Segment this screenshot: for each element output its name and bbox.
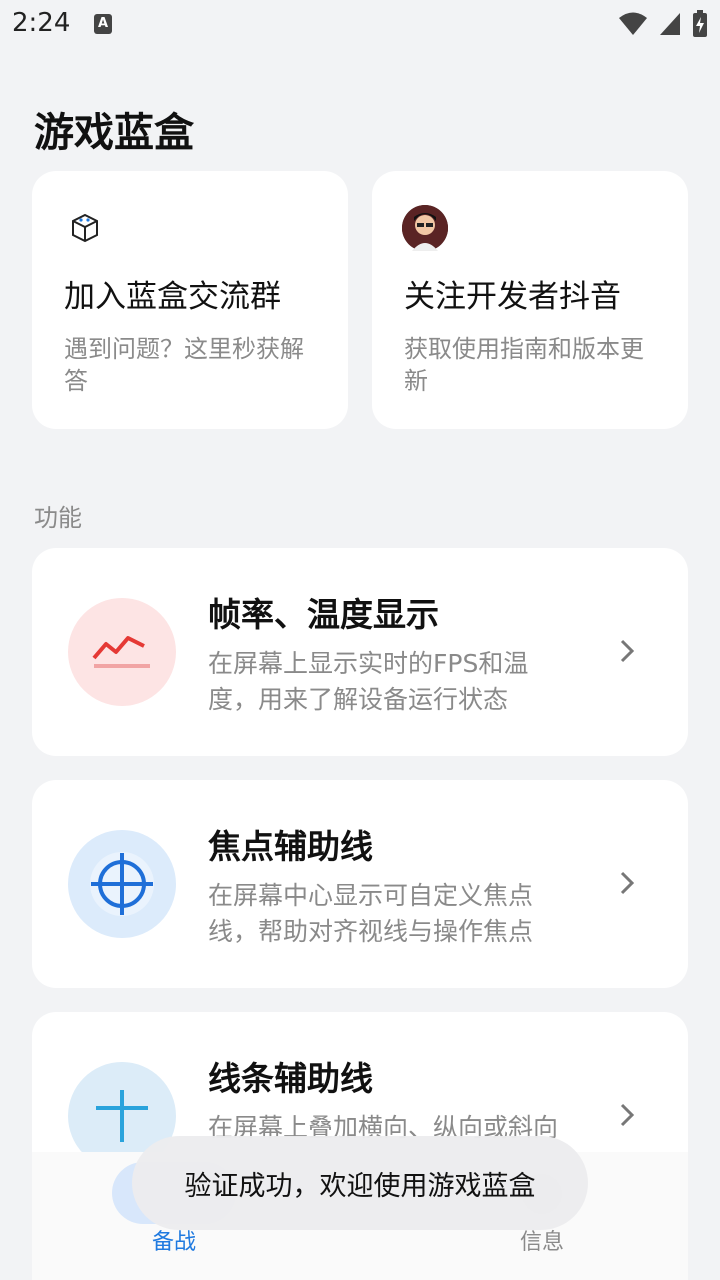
feature-title: 焦点辅助线 — [208, 827, 373, 866]
battery-charging-icon — [693, 10, 707, 37]
join-group-desc: 遇到问题？这里秒获解答 — [64, 335, 304, 395]
developer-avatar — [402, 205, 448, 251]
feature-desc: 在屏幕上显示实时的FPS和温度，用来了解设备运行状态 — [208, 649, 529, 714]
notification-icon: A — [94, 14, 112, 34]
chevron-right-icon — [620, 871, 635, 895]
chevron-right-icon — [620, 639, 635, 663]
feature-desc: 在屏幕中心显示可自定义焦点线，帮助对齐视线与操作焦点 — [208, 881, 534, 946]
follow-developer-title: 关注开发者抖音 — [404, 279, 621, 315]
status-bar: 2:24 A — [0, 0, 720, 50]
feature-card-crosshair[interactable]: 焦点辅助线 在屏幕中心显示可自定义焦点线，帮助对齐视线与操作焦点 — [32, 780, 688, 988]
cube-icon — [62, 205, 108, 251]
wifi-icon — [619, 12, 647, 35]
page-title: 游戏蓝盒 — [34, 110, 194, 156]
status-time: 2:24 — [12, 8, 71, 38]
signal-icon — [660, 13, 680, 35]
feature-title: 帧率、温度显示 — [208, 595, 439, 634]
toast-message: 验证成功，欢迎使用游戏蓝盒 — [132, 1136, 588, 1230]
feature-title: 线条辅助线 — [208, 1059, 373, 1098]
crosshair-icon — [68, 830, 176, 938]
feature-card-fps[interactable]: 帧率、温度显示 在屏幕上显示实时的FPS和温度，用来了解设备运行状态 — [32, 548, 688, 756]
fps-chart-icon — [68, 598, 176, 706]
status-icons — [618, 10, 708, 38]
chevron-right-icon — [620, 1103, 635, 1127]
follow-developer-card[interactable]: 关注开发者抖音 获取使用指南和版本更新 — [372, 171, 688, 429]
join-group-card[interactable]: 加入蓝盒交流群 遇到问题？这里秒获解答 — [32, 171, 348, 429]
section-label-features: 功能 — [34, 504, 82, 532]
follow-developer-desc: 获取使用指南和版本更新 — [404, 335, 644, 395]
join-group-title: 加入蓝盒交流群 — [64, 279, 281, 315]
